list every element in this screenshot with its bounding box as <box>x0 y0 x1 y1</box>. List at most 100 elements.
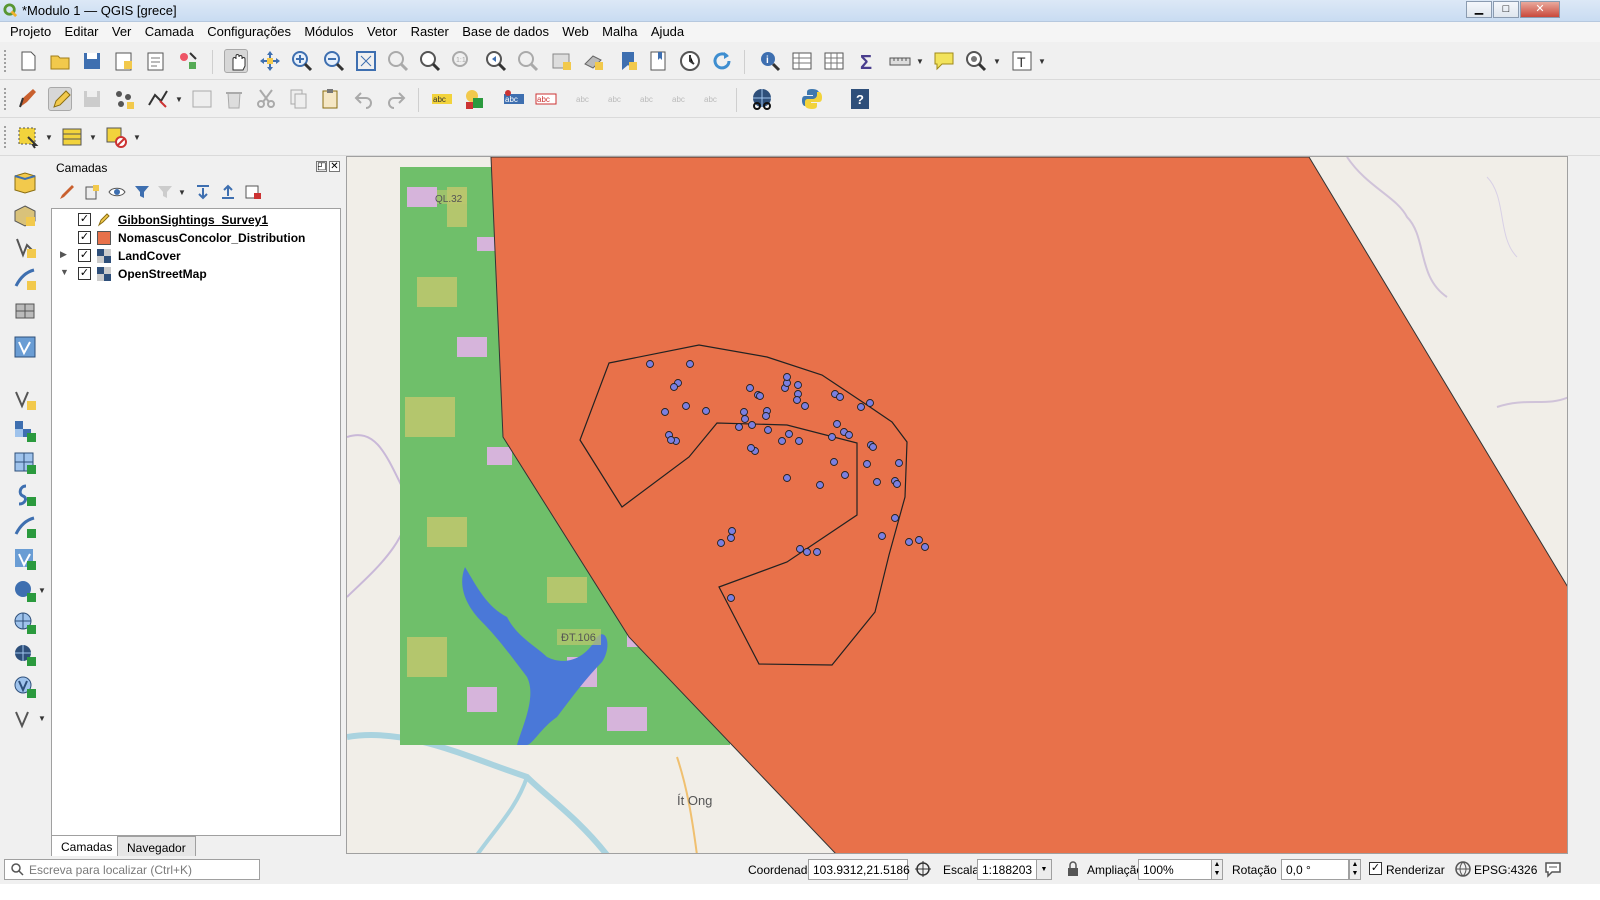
sighting-point[interactable] <box>785 430 793 438</box>
coordinate-field[interactable]: 103.9312,21.5186 <box>808 859 910 880</box>
add-vector-dropdown-icon[interactable] <box>12 706 38 732</box>
sighting-point[interactable] <box>873 478 881 486</box>
layer-item-landcover[interactable]: ▶ ✓ LandCover <box>52 247 340 265</box>
pan-to-selection-icon[interactable] <box>258 49 282 73</box>
menu-base-de-dados[interactable]: Base de dados <box>462 22 549 39</box>
crs-label[interactable]: EPSG:4326 <box>1474 863 1537 877</box>
sighting-point[interactable] <box>747 444 755 452</box>
pan-map-icon[interactable] <box>224 49 248 73</box>
sighting-point[interactable] <box>813 548 821 556</box>
new-print-layout-icon[interactable] <box>112 49 136 73</box>
toggle-label-display-icon[interactable]: abc <box>534 87 558 111</box>
filter-legend-icon[interactable] <box>132 182 152 202</box>
menu-web[interactable]: Web <box>562 22 589 39</box>
rotate-label-icon[interactable]: abc <box>670 87 694 111</box>
text-annotation-icon[interactable]: T <box>1010 49 1034 73</box>
sighting-point[interactable] <box>794 381 802 389</box>
temporal-controller-icon[interactable] <box>678 49 702 73</box>
show-hide-labels-icon[interactable]: abc <box>606 87 630 111</box>
filter-expression-icon[interactable] <box>155 182 175 202</box>
crs-globe-icon[interactable] <box>1454 860 1472 878</box>
sighting-point[interactable] <box>795 437 803 445</box>
modify-attributes-icon[interactable] <box>190 87 214 111</box>
deselect-dropdown-icon[interactable]: ▼ <box>133 133 141 142</box>
zoom-to-selection-icon[interactable] <box>386 49 410 73</box>
expand-all-icon[interactable] <box>193 182 213 202</box>
save-project-icon[interactable] <box>80 49 104 73</box>
new-project-icon[interactable] <box>16 49 40 73</box>
add-wms-wmts-icon[interactable] <box>12 674 38 700</box>
sighting-point[interactable] <box>682 402 690 410</box>
layer-visibility-checkbox[interactable]: ✓ <box>78 249 91 262</box>
sighting-point[interactable] <box>801 402 809 410</box>
sighting-point[interactable] <box>857 403 865 411</box>
locator-search-icon[interactable] <box>964 49 988 73</box>
sighting-point[interactable] <box>783 373 791 381</box>
zoom-next-icon[interactable] <box>516 49 540 73</box>
zoom-to-layer-icon[interactable] <box>418 49 442 73</box>
zoom-in-icon[interactable] <box>290 49 314 73</box>
scale-dropdown-icon[interactable]: ▼ <box>1036 859 1052 880</box>
layer-item-openstreetmap[interactable]: ▼ ✓ OpenStreetMap <box>52 265 340 283</box>
menu-vetor[interactable]: Vetor <box>367 22 397 39</box>
menu-projeto[interactable]: Projeto <box>10 22 51 39</box>
add-arcgis-layer-icon[interactable] <box>12 642 38 668</box>
sighting-point[interactable] <box>793 396 801 404</box>
add-virtual-layer-icon[interactable] <box>12 334 38 360</box>
rotation-field[interactable]: 0,0 ° <box>1281 859 1349 880</box>
menu-configuracoes[interactable]: Configurações <box>207 22 291 39</box>
sighting-point[interactable] <box>741 415 749 423</box>
select-by-attribute-icon[interactable] <box>60 125 84 149</box>
style-manager-icon[interactable] <box>176 49 200 73</box>
map-canvas[interactable]: QL.32 ĐT.106 Ít Ong <box>346 156 1568 854</box>
sighting-point[interactable] <box>796 545 804 553</box>
add-xyz-layer-icon[interactable] <box>12 450 38 476</box>
add-vector-layer-icon[interactable] <box>12 234 38 260</box>
sighting-point[interactable] <box>778 437 786 445</box>
select-dropdown-icon[interactable]: ▼ <box>45 133 53 142</box>
menu-malha[interactable]: Malha <box>602 22 637 39</box>
sighting-point[interactable] <box>667 436 675 444</box>
sighting-point[interactable] <box>830 458 838 466</box>
menu-ver[interactable]: Ver <box>112 22 132 39</box>
save-layer-edits-icon[interactable] <box>80 87 104 111</box>
panel-close-button[interactable]: ✕ <box>329 161 340 172</box>
change-label-icon[interactable]: abc <box>702 87 726 111</box>
add-group-icon[interactable] <box>82 182 102 202</box>
search-dropdown-icon[interactable]: ▼ <box>993 57 1001 66</box>
add-wcs-layer-icon[interactable] <box>12 418 38 444</box>
lock-icon[interactable] <box>1064 860 1082 878</box>
tab-navegador[interactable]: Navegador <box>117 836 196 858</box>
sighting-point[interactable] <box>869 443 877 451</box>
new-3d-view-icon[interactable] <box>582 49 606 73</box>
menu-raster[interactable]: Raster <box>411 22 449 39</box>
style-layer-icon[interactable] <box>57 182 77 202</box>
layer-visibility-checkbox[interactable]: ✓ <box>78 213 91 226</box>
new-bookmark-icon[interactable] <box>616 49 640 73</box>
add-delimited-text-icon[interactable] <box>12 266 38 292</box>
sighting-point[interactable] <box>686 360 694 368</box>
scale-field[interactable]: 1:188203 <box>977 859 1037 880</box>
open-project-icon[interactable] <box>48 49 72 73</box>
sighting-point[interactable] <box>803 548 811 556</box>
sighting-point[interactable] <box>740 408 748 416</box>
render-checkbox[interactable]: ✓ <box>1369 862 1382 875</box>
vertex-tool-icon[interactable] <box>146 87 170 111</box>
python-console-icon[interactable] <box>800 87 824 111</box>
sighting-point[interactable] <box>833 420 841 428</box>
sighting-point[interactable] <box>661 408 669 416</box>
sighting-point[interactable] <box>728 527 736 535</box>
attribute-select-dropdown-icon[interactable]: ▼ <box>89 133 97 142</box>
highlight-pinned-labels-icon[interactable]: abc <box>502 87 526 111</box>
sighting-point[interactable] <box>895 459 903 467</box>
pin-label-icon[interactable]: abc <box>574 87 598 111</box>
add-wfs-layer-icon[interactable] <box>12 610 38 636</box>
zoom-out-icon[interactable] <box>322 49 346 73</box>
layer-item-gibbonsightings[interactable]: ✓ GibbonSightings_Survey1 <box>52 211 340 229</box>
panel-float-button[interactable]: ◰ <box>316 161 327 172</box>
field-calculator-icon[interactable] <box>822 49 846 73</box>
attribute-table-icon[interactable] <box>790 49 814 73</box>
sighting-point[interactable] <box>764 426 772 434</box>
vector-dropdown-icon[interactable]: ▼ <box>38 714 46 723</box>
minimize-button[interactable]: ▁ <box>1466 1 1492 18</box>
